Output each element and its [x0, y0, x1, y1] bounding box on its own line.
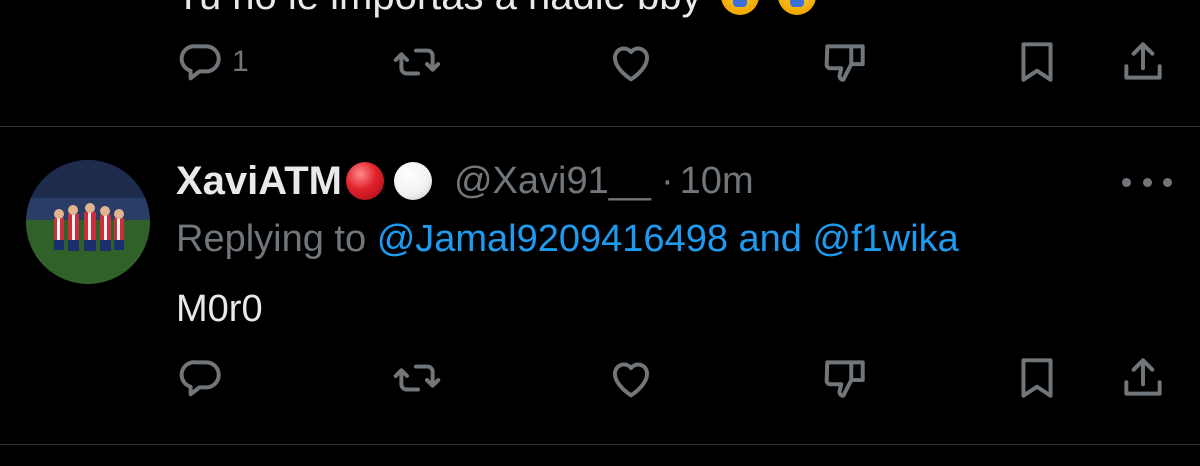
white-circle-emoji — [393, 162, 432, 200]
avatar[interactable] — [26, 160, 150, 284]
reply-count: 1 — [232, 45, 249, 78]
bookmark-button[interactable] — [1012, 32, 1062, 92]
mention-link[interactable]: @f1wika — [813, 218, 959, 260]
reply-icon — [179, 44, 221, 81]
tweet-action-bar — [0, 348, 1200, 408]
like-icon — [612, 362, 650, 398]
share-icon — [1124, 42, 1162, 80]
replying-to-line: Replying to @Jamal9209416498 and @f1wika — [176, 218, 959, 261]
more-icon-dot — [1122, 177, 1131, 187]
like-icon — [612, 46, 650, 82]
tweet-text: M0r0 — [176, 288, 263, 330]
previous-tweet-text: Tu no le importas a nadie bby — [176, 0, 816, 19]
avatar-image — [26, 160, 150, 284]
replying-joiner: and — [738, 218, 802, 260]
dislike-icon — [824, 360, 865, 398]
tweet-header: XaviATM @Xavi91__ · 10m — [176, 156, 754, 206]
like-button[interactable] — [606, 32, 662, 92]
more-icon-dot — [1163, 177, 1172, 187]
tweet-divider — [0, 126, 1200, 127]
retweet-button[interactable] — [392, 32, 448, 92]
more-button[interactable] — [1122, 164, 1172, 200]
bookmark-icon — [1021, 358, 1053, 398]
retweet-icon — [393, 48, 441, 76]
tweet-divider — [0, 444, 1200, 445]
share-button[interactable] — [1118, 32, 1168, 92]
reply-icon — [179, 360, 221, 397]
replying-to-label: Replying to — [176, 218, 367, 260]
reply-button[interactable] — [176, 348, 232, 408]
bookmark-icon — [1021, 42, 1053, 82]
like-button[interactable] — [606, 348, 662, 408]
crying-face-emoji — [720, 0, 759, 16]
retweet-button[interactable] — [392, 348, 448, 408]
previous-tweet-action-bar: 1 — [0, 32, 1200, 92]
timestamp[interactable]: 10m — [680, 160, 754, 203]
dislike-button[interactable] — [820, 32, 876, 92]
share-button[interactable] — [1118, 348, 1168, 408]
share-icon — [1124, 358, 1162, 396]
display-name[interactable]: XaviATM — [176, 159, 342, 204]
red-circle-emoji — [345, 162, 384, 200]
separator-dot: · — [661, 159, 674, 202]
crying-face-emoji — [777, 0, 816, 16]
reply-button[interactable]: 1 — [176, 32, 249, 92]
previous-tweet-text-content: Tu no le importas a nadie bby — [176, 0, 702, 18]
dislike-icon — [824, 44, 865, 82]
more-icon-dot — [1142, 177, 1152, 187]
mention-link[interactable]: @Jamal9209416498 — [377, 218, 728, 260]
retweet-icon — [393, 364, 441, 392]
bookmark-button[interactable] — [1012, 348, 1062, 408]
dislike-button[interactable] — [820, 348, 876, 408]
user-handle[interactable]: @Xavi91__ — [454, 160, 651, 203]
